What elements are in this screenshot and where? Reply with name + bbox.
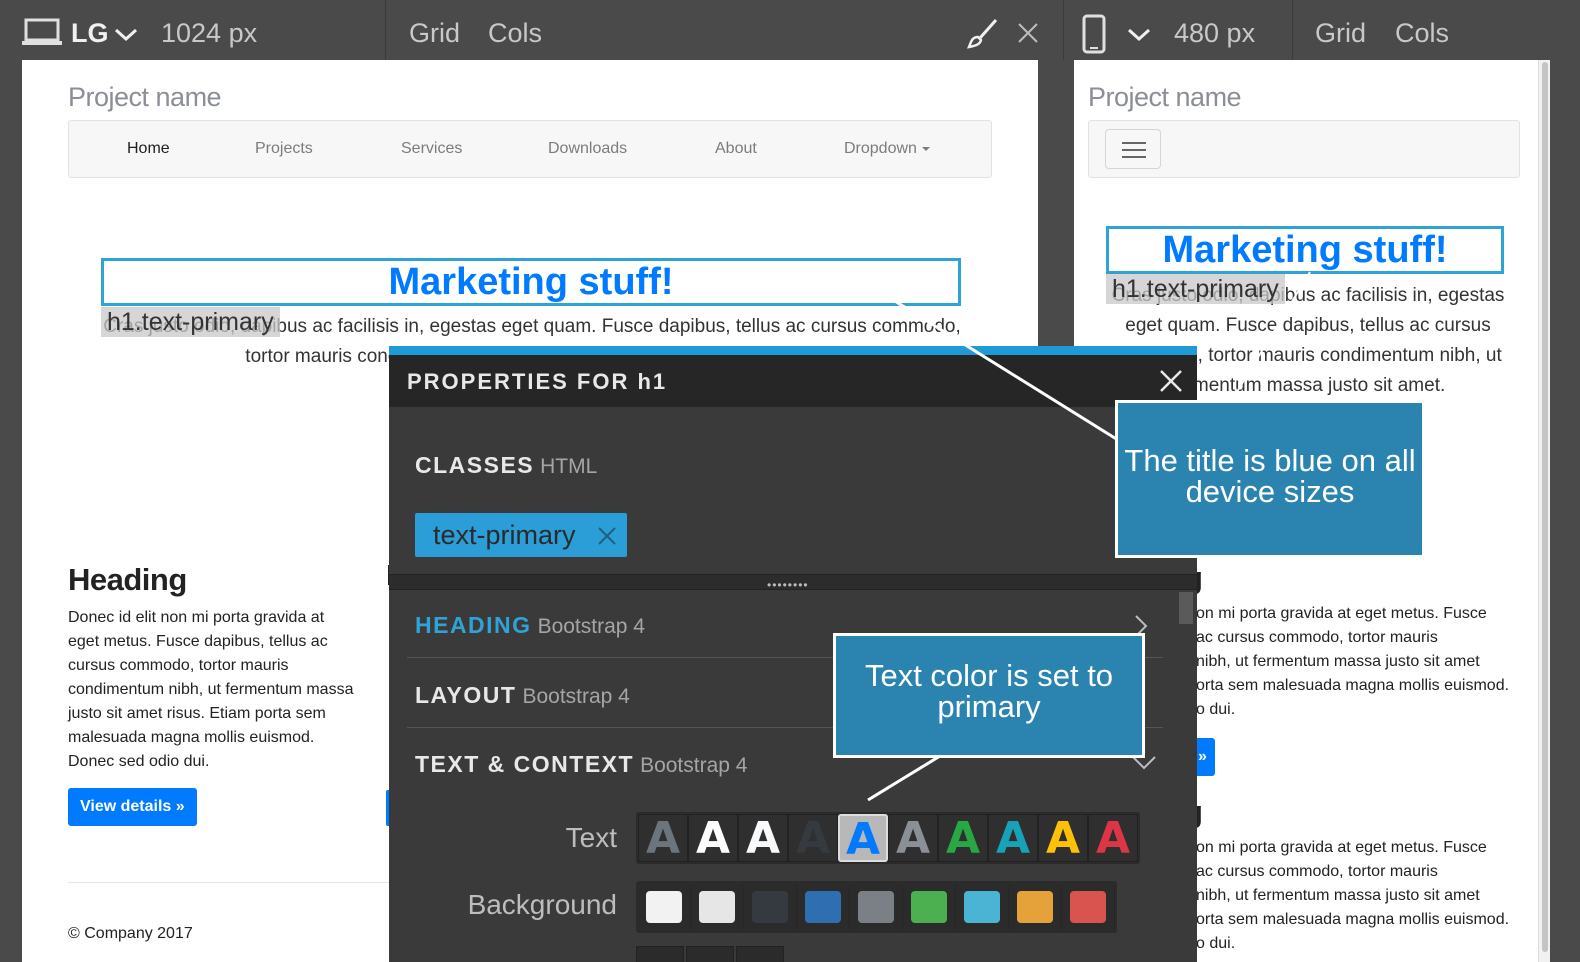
title-callout: The title is blue on all device sizes xyxy=(1115,400,1425,558)
text-color-callout: Text color is set to primary xyxy=(833,633,1145,758)
app-root: LG 1024 px Grid Cols 480 px Grid Cols Pr… xyxy=(0,0,1580,962)
